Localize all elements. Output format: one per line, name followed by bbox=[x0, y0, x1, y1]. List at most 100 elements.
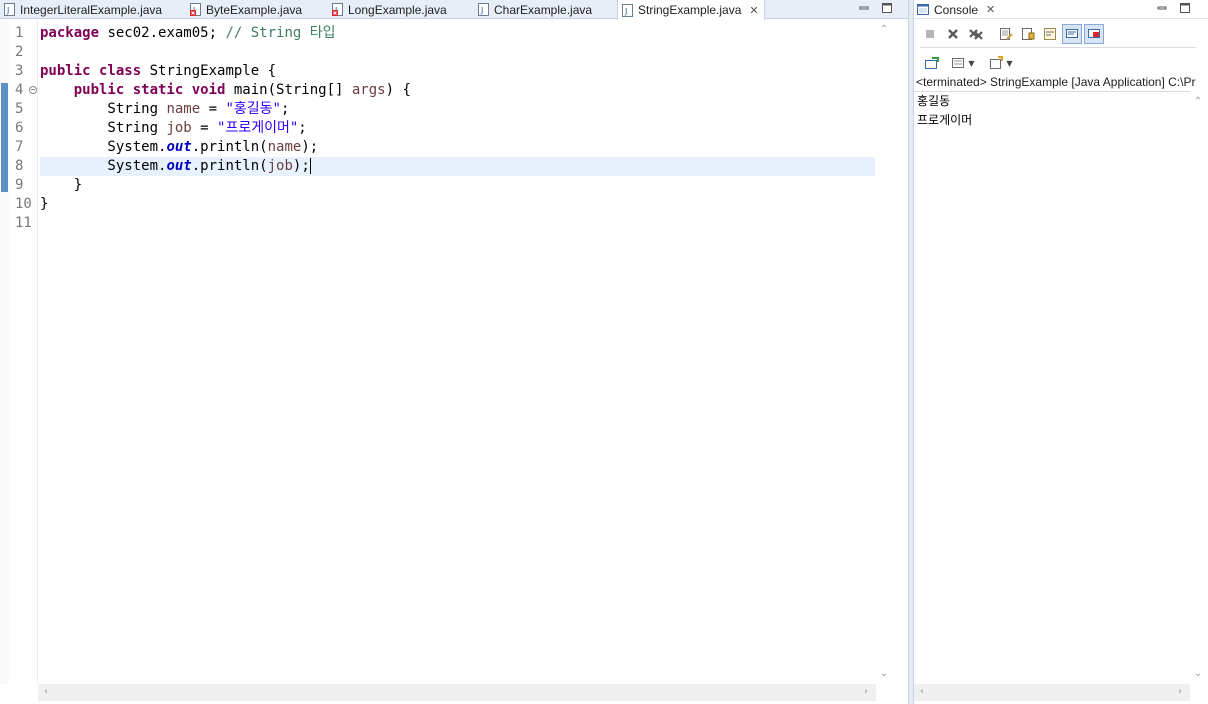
code-static-field: out bbox=[166, 139, 192, 155]
scroll-down-icon[interactable]: ⌄ bbox=[878, 668, 890, 680]
minimize-icon[interactable] bbox=[1156, 2, 1168, 14]
chevron-down-icon[interactable]: ▼ bbox=[968, 59, 974, 68]
code-parameter: args bbox=[351, 82, 386, 98]
code-text: ); bbox=[292, 158, 310, 174]
code-line-1[interactable]: package sec02.exam05; // String 타입 bbox=[40, 24, 875, 43]
close-icon[interactable]: ✕ bbox=[749, 4, 758, 17]
line-number: 6 bbox=[15, 120, 24, 136]
code-line-9[interactable]: } bbox=[40, 176, 875, 195]
console-toolbar bbox=[920, 23, 1202, 45]
tab-charexample[interactable]: J CharExample.java bbox=[474, 0, 614, 19]
code-text: .println( bbox=[191, 158, 268, 174]
toolbar-divider bbox=[920, 47, 1196, 48]
minimize-icon[interactable] bbox=[858, 2, 870, 14]
code-variable: name bbox=[267, 139, 302, 155]
console-horizontal-scrollbar[interactable]: ‹ › bbox=[914, 684, 1190, 701]
line-number: 5 bbox=[15, 101, 24, 117]
tab-longexample[interactable]: J LongExample.java bbox=[328, 0, 468, 19]
code-text: ) { bbox=[385, 82, 411, 98]
show-on-stdout-button[interactable] bbox=[1062, 24, 1082, 44]
tab-stringexample[interactable]: J StringExample.java ✕ bbox=[617, 0, 765, 20]
code-string: "홍길동" bbox=[225, 101, 281, 117]
line-number: 7 bbox=[15, 139, 24, 155]
tab-console[interactable]: Console ✕ bbox=[917, 0, 995, 19]
scroll-lock-button[interactable] bbox=[1018, 24, 1038, 44]
code-text: System. bbox=[40, 158, 167, 174]
maximize-icon[interactable] bbox=[1179, 2, 1191, 14]
svg-text:J: J bbox=[624, 7, 627, 16]
scroll-up-icon[interactable]: ⌃ bbox=[1192, 96, 1204, 108]
code-text: } bbox=[40, 177, 83, 193]
change-marker bbox=[1, 83, 8, 192]
editor-vertical-scrollbar[interactable]: ⌃ ⌄ bbox=[876, 20, 893, 684]
console-vertical-scrollbar[interactable]: ⌃ ⌄ bbox=[1190, 92, 1207, 684]
editor-tab-bar: J IntegerLiteralExample.java J ByteExamp… bbox=[0, 0, 908, 20]
code-line-4[interactable]: public static void main(String[] args) { bbox=[40, 81, 875, 100]
code-line-6[interactable]: String job = "프로게이머"; bbox=[40, 119, 875, 138]
scroll-up-icon[interactable]: ⌃ bbox=[878, 24, 890, 36]
code-keyword: package bbox=[40, 25, 100, 41]
remove-all-terminated-button[interactable] bbox=[966, 24, 986, 44]
code-line-3[interactable]: public class StringExample { bbox=[40, 62, 875, 81]
code-text: ); bbox=[301, 139, 319, 155]
remove-launch-button[interactable] bbox=[943, 24, 963, 44]
show-on-stderr-button[interactable] bbox=[1084, 24, 1104, 44]
word-wrap-icon bbox=[1044, 28, 1056, 40]
console-output[interactable]: 홍길동 프로게이머 bbox=[914, 91, 1190, 684]
code-text: } bbox=[40, 196, 49, 212]
scroll-right-icon[interactable]: › bbox=[1174, 686, 1186, 698]
svg-text:J: J bbox=[480, 6, 483, 15]
editor-horizontal-scrollbar[interactable]: ‹ › bbox=[38, 684, 876, 701]
svg-text:J: J bbox=[6, 6, 9, 15]
show-console-stdout-icon bbox=[1066, 29, 1078, 38]
code-text: ; bbox=[280, 101, 290, 117]
java-file-icon: J bbox=[478, 3, 489, 16]
code-keyword: public static void bbox=[73, 82, 226, 98]
chevron-down-icon[interactable]: ▼ bbox=[1006, 59, 1012, 68]
code-text: StringExample { bbox=[141, 63, 277, 79]
open-console-icon bbox=[990, 56, 1004, 69]
tab-label: IntegerLiteralExample.java bbox=[20, 2, 163, 17]
code-line-10[interactable]: } bbox=[40, 195, 875, 214]
code-comment: // String 타입 bbox=[225, 25, 336, 41]
close-icon[interactable]: ✕ bbox=[986, 3, 995, 16]
scroll-lock-icon bbox=[1022, 28, 1035, 40]
java-file-icon: J bbox=[622, 3, 633, 17]
scroll-right-icon[interactable]: › bbox=[860, 686, 872, 698]
tab-byteexample[interactable]: J ByteExample.java bbox=[186, 0, 326, 19]
code-line-5[interactable]: String name = "홍길동"; bbox=[40, 100, 875, 119]
display-selected-console-button[interactable]: ▼ bbox=[946, 53, 980, 73]
code-editor[interactable]: 1 2 3 4− 5 6 7 8 9 10 11 package sec02.e… bbox=[0, 20, 876, 684]
text-caret bbox=[309, 158, 311, 174]
open-console-button[interactable]: ▼ bbox=[984, 53, 1018, 73]
scroll-left-icon[interactable]: ‹ bbox=[40, 686, 52, 698]
word-wrap-button[interactable] bbox=[1040, 24, 1060, 44]
fold-collapse-icon[interactable]: − bbox=[29, 86, 37, 94]
line-number: 1 bbox=[15, 25, 24, 41]
console-tab-label: Console bbox=[934, 2, 979, 17]
console-icon bbox=[917, 4, 929, 15]
scroll-down-icon[interactable]: ⌄ bbox=[1192, 668, 1204, 680]
terminate-button[interactable] bbox=[920, 24, 940, 44]
pin-console-icon bbox=[925, 57, 939, 69]
tab-integerliteralexample[interactable]: J IntegerLiteralExample.java bbox=[0, 0, 180, 19]
code-line-8-current[interactable]: System.out.println(job); bbox=[40, 157, 875, 176]
code-text: ; bbox=[298, 120, 307, 136]
java-file-icon: J bbox=[4, 3, 15, 16]
maximize-icon[interactable] bbox=[881, 2, 893, 14]
pin-console-button[interactable] bbox=[922, 53, 942, 73]
code-line-7[interactable]: System.out.println(name); bbox=[40, 138, 875, 157]
code-string: "프로게이머" bbox=[217, 120, 299, 136]
clear-console-icon bbox=[1000, 28, 1013, 40]
java-file-error-icon: J bbox=[190, 3, 201, 16]
scroll-left-icon[interactable]: ‹ bbox=[916, 686, 928, 698]
tab-label: CharExample.java bbox=[494, 2, 593, 17]
terminate-icon bbox=[926, 30, 934, 38]
line-number: 2 bbox=[15, 44, 24, 60]
code-variable: job bbox=[166, 120, 192, 136]
clear-console-button[interactable] bbox=[996, 24, 1016, 44]
code-text: .println( bbox=[191, 139, 268, 155]
tab-label: ByteExample.java bbox=[206, 2, 303, 17]
code-static-field: out bbox=[166, 158, 192, 174]
